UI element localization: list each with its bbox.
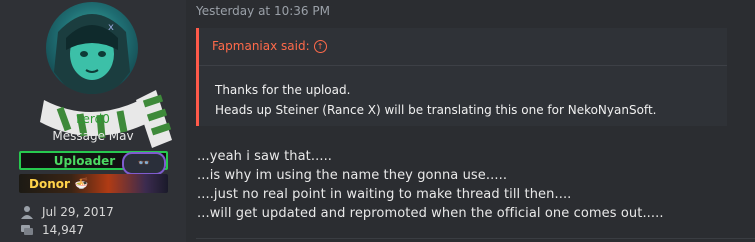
quote-block: Fapmaniax said: ↑ Thanks for the upload. … — [196, 28, 727, 126]
donor-label: Donor — [29, 176, 70, 191]
uploader-banner: Uploader 👓 — [19, 151, 168, 175]
noodle-bowl-icon: 🍜 — [74, 177, 89, 190]
joined-stat: Jul 29, 2017 — [20, 205, 114, 219]
quote-author-link[interactable]: Fapmaniax said: ↑ — [212, 39, 327, 53]
post-timestamp[interactable]: Yesterday at 10:36 PM — [196, 4, 330, 18]
quote-line-1: Thanks for the upload. — [215, 83, 351, 97]
post-divider — [196, 238, 755, 239]
quote-author[interactable]: Fapmaniax said: — [212, 39, 310, 53]
user-icon — [20, 205, 34, 219]
user-info-panel: x Lerd0 Message Mav Uploader 👓 Donor 🍜 J… — [0, 0, 186, 242]
messages-icon — [20, 223, 34, 237]
messages-count: 14,947 — [42, 223, 84, 237]
user-title: Message Mav — [52, 129, 134, 143]
messages-stat: 14,947 — [20, 223, 84, 237]
message-line-1: ...yeah i saw that..... — [197, 149, 333, 164]
uploader-label: Uploader — [53, 153, 116, 168]
message-line-3: ....just no real point in waiting to mak… — [197, 187, 572, 202]
quote-line-2: Heads up Steiner (Rance X) will be trans… — [215, 103, 657, 117]
joined-date: Jul 29, 2017 — [42, 205, 114, 219]
donor-banner: Donor 🍜 — [19, 174, 168, 193]
quote-divider — [199, 65, 727, 66]
svg-text:x: x — [108, 22, 114, 33]
up-arrow-circle-icon[interactable]: ↑ — [313, 40, 327, 53]
message-line-2: ...is why im using the name they gonna u… — [197, 168, 508, 183]
username[interactable]: Lerd0 — [0, 112, 186, 126]
glasses-icon: 👓 — [122, 152, 166, 175]
message-line-4: ...will get updated and repromoted when … — [197, 206, 664, 221]
